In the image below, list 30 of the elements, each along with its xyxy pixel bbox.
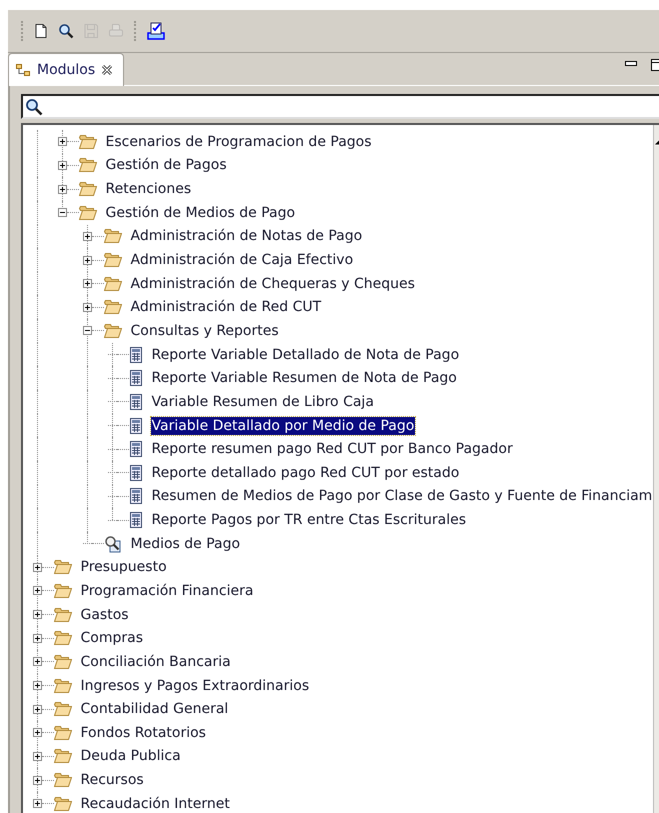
tree-item[interactable]: Consultas y Reportes <box>130 322 280 340</box>
tree-item[interactable]: Fondos Rotatorios <box>80 724 207 742</box>
tree-item[interactable]: Administración de Notas de Pago <box>130 227 364 246</box>
tree-item[interactable]: Administración de Chequeras y Cheques <box>130 274 416 293</box>
tree-item[interactable]: Recursos <box>80 771 145 790</box>
tree-item[interactable]: Contabilidad General <box>80 700 230 718</box>
tree-item[interactable]: Retenciones <box>104 180 192 198</box>
tree-item[interactable]: Reporte detallado pago Red CUT por estado <box>150 464 460 482</box>
tree-item[interactable]: Reporte resumen pago Red CUT por Banco Pagador <box>150 440 514 458</box>
tree-item[interactable]: Medios de Pago <box>130 534 242 553</box>
tree-item[interactable]: Resumen de Medios de Pago por Clase de Gasto y Fuente de Financiam <box>150 487 654 506</box>
tree-item[interactable]: Escenarios de Programacion de Pagos <box>104 132 373 151</box>
tree-item[interactable]: Reporte Pagos por TR entre Ctas Escriturales <box>150 511 468 530</box>
tree-item[interactable]: Ingresos y Pagos Extraordinarios <box>80 676 310 695</box>
tree-item[interactable]: Compras <box>80 629 144 648</box>
tree-item[interactable]: Conciliación Bancaria <box>80 652 232 671</box>
tree-item[interactable]: Gestión de Medios de Pago <box>104 204 296 222</box>
tree-item[interactable]: Presupuesto <box>80 558 168 576</box>
tree-item[interactable]: Gestión de Pagos <box>104 156 228 174</box>
tree-item[interactable]: Reporte Variable Resumen de Nota de Pago <box>150 369 458 388</box>
view-tab[interactable]: Modulos <box>8 53 124 86</box>
tree-item[interactable]: Variable Resumen de Libro Caja <box>150 392 375 411</box>
tree-item[interactable]: Administración de Red CUT <box>130 298 322 316</box>
tree-item[interactable]: Reporte Variable Detallado de Nota de Pago <box>150 346 460 364</box>
tree-item[interactable]: Programación Financiera <box>80 582 254 600</box>
tree-item[interactable]: Administración de Caja Efectivo <box>130 251 354 270</box>
tree-item[interactable]: Variable Detallado por Medio de Pago <box>150 416 416 434</box>
tree-item[interactable]: Deuda Publica <box>80 747 182 766</box>
tree-item[interactable]: Recaudación Internet <box>80 794 231 813</box>
tree-item[interactable]: Gastos <box>80 606 130 624</box>
